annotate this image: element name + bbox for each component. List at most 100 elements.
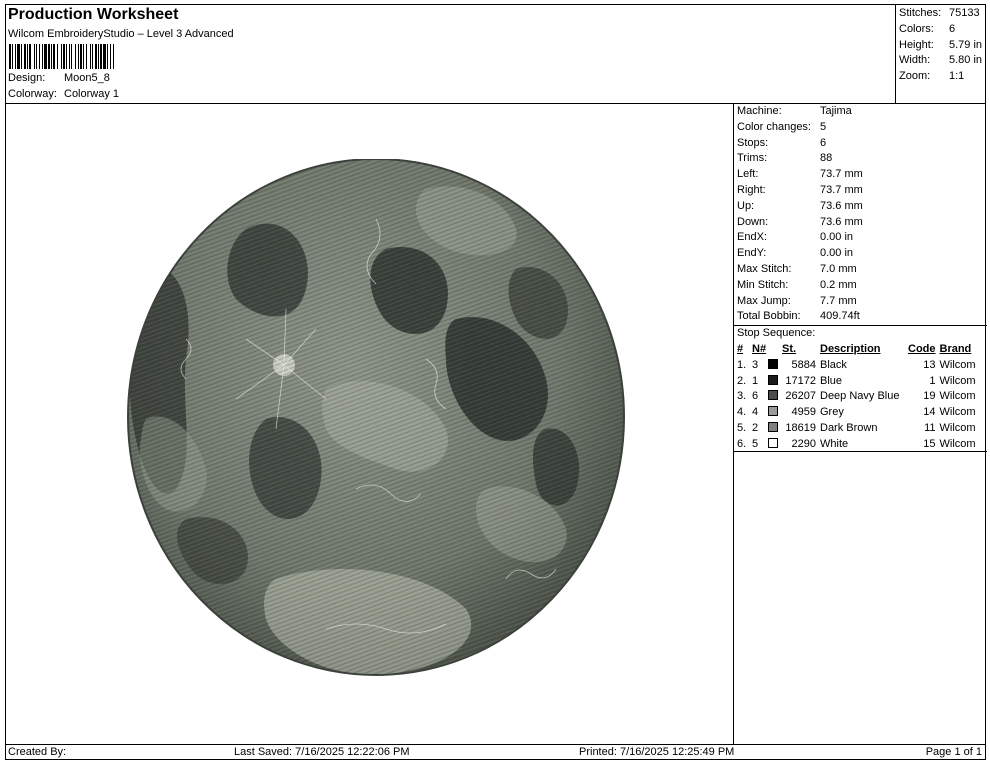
- info-label: Left:: [737, 168, 759, 181]
- cell-n: 2: [752, 422, 759, 435]
- info-row: Up: 73.6 mm: [734, 199, 987, 215]
- stat-width: Width: 5.80 in: [899, 53, 986, 69]
- col-n: N#: [752, 342, 767, 355]
- info-label: Stops:: [737, 136, 769, 149]
- cell-st: 5884: [791, 358, 816, 371]
- color-swatch: [768, 390, 778, 401]
- info-label: Total Bobbin:: [737, 310, 801, 323]
- cell-desc: Blue: [820, 374, 843, 387]
- design-value: Moon5_8: [64, 72, 110, 84]
- info-label: Right:: [737, 183, 766, 196]
- worksheet-footer: Created By: Last Saved: 7/16/2025 12:22:…: [6, 744, 985, 760]
- info-row: Total Bobbin: 409.74ft: [734, 309, 987, 325]
- created-by: Created By:: [8, 746, 67, 758]
- info-row: Down: 73.6 mm: [734, 215, 987, 231]
- cell-num: 4.: [737, 406, 747, 419]
- info-row: EndX: 0.00 in: [734, 230, 987, 246]
- info-value: 7.7 mm: [820, 294, 857, 307]
- color-swatch: [768, 437, 778, 448]
- table-row: 6. 5 2290 White 15 Wilcom: [734, 436, 987, 452]
- colorway-label: Colorway:: [8, 88, 57, 100]
- info-value: 409.74ft: [820, 310, 860, 323]
- col-st: St.: [782, 342, 797, 355]
- cell-brand: Wilcom: [939, 390, 976, 403]
- info-label: Trims:: [737, 152, 768, 165]
- cell-n: 4: [752, 406, 759, 419]
- cell-code: 1: [929, 374, 936, 387]
- cell-desc: Black: [820, 358, 847, 371]
- info-value: Tajima: [820, 105, 852, 117]
- color-swatch-cell: [768, 404, 782, 420]
- col-desc: Description: [820, 342, 881, 355]
- info-value: 0.00 in: [820, 247, 854, 260]
- info-row: Min Stitch: 0.2 mm: [734, 278, 987, 294]
- barcode-image: [9, 44, 115, 69]
- stat-stitches: Stitches: 75133: [899, 6, 986, 22]
- color-swatch-cell: [768, 357, 782, 373]
- cell-brand: Wilcom: [939, 406, 976, 419]
- machine-info-panel: Machine: Tajima Color changes: 5 Stops: 6 T…: [734, 104, 987, 453]
- color-swatch: [768, 358, 778, 369]
- stop-sequence-title: Stop Sequence:: [734, 325, 987, 341]
- stat-value: 5.79 in: [949, 38, 983, 51]
- worksheet-header: Production Worksheet Wilcom EmbroiderySt…: [6, 5, 895, 104]
- stat-height: Height: 5.79 in: [899, 38, 986, 54]
- software-subtitle: Wilcom EmbroideryStudio – Level 3 Advanc…: [8, 28, 234, 40]
- cell-code: 13: [923, 358, 936, 371]
- stat-label: Height:: [899, 38, 934, 51]
- color-swatch-cell: [768, 420, 782, 436]
- design-label: Design:: [8, 72, 46, 84]
- stat-value: 75133: [949, 7, 980, 19]
- col-swatch: [768, 341, 782, 357]
- info-row: Max Jump: 7.7 mm: [734, 294, 987, 310]
- info-row: EndY: 0.00 in: [734, 246, 987, 262]
- col-code: Code: [908, 342, 936, 355]
- stats-box: Stitches: 75133 Colors: 6 Height: 5.79 in W…: [895, 5, 986, 104]
- color-swatch: [768, 406, 778, 417]
- stat-label: Width:: [899, 54, 931, 67]
- cell-desc: Dark Brown: [820, 422, 878, 435]
- stat-value: 6: [949, 22, 956, 35]
- color-swatch: [768, 422, 778, 433]
- cell-num: 6.: [737, 437, 747, 450]
- cell-n: 3: [752, 358, 759, 371]
- cell-num: 1.: [737, 358, 747, 371]
- color-swatch-cell: [768, 373, 782, 389]
- table-row: 2. 1 17172 Blue 1 Wilcom: [734, 373, 987, 389]
- cell-n: 1: [752, 374, 759, 387]
- info-value: 5: [820, 120, 827, 133]
- info-value: 88: [820, 152, 833, 165]
- col-num: #: [737, 342, 744, 355]
- stat-colors: Colors: 6: [899, 22, 986, 38]
- color-swatch-cell: [768, 436, 782, 452]
- info-value: 73.6 mm: [820, 215, 863, 228]
- table-row: 3. 6 26207 Deep Navy Blue 19 Wilcom: [734, 389, 987, 405]
- info-label: Down:: [737, 215, 769, 228]
- moon-embroidery-image: [127, 159, 625, 676]
- design-row: Design: Moon5_8: [8, 72, 110, 84]
- cell-brand: Wilcom: [939, 437, 976, 450]
- info-row: Color changes: 5: [734, 120, 987, 136]
- cell-code: 19: [923, 390, 936, 403]
- info-label: EndY:: [737, 247, 767, 260]
- info-label: EndX:: [737, 231, 767, 244]
- info-label: Min Stitch:: [737, 278, 789, 291]
- info-row: Machine: Tajima: [734, 104, 987, 120]
- stat-zoom: Zoom: 1:1: [899, 69, 986, 85]
- cell-brand: Wilcom: [939, 358, 976, 371]
- info-value: 73.6 mm: [820, 199, 863, 212]
- info-label: Color changes:: [737, 120, 811, 133]
- info-label: Max Jump:: [737, 294, 791, 307]
- cell-brand: Wilcom: [939, 374, 976, 387]
- stat-label: Colors:: [899, 22, 934, 35]
- last-saved: Last Saved: 7/16/2025 12:22:06 PM: [234, 746, 410, 758]
- info-value: 6: [820, 136, 827, 149]
- cell-num: 3.: [737, 390, 747, 403]
- stat-value: 5.80 in: [949, 54, 983, 67]
- page-number: Page 1 of 1: [925, 746, 982, 758]
- table-header-row: # N# St. Description Code Brand: [734, 341, 987, 357]
- cell-st: 2290: [791, 437, 816, 450]
- design-preview-area: [6, 104, 734, 744]
- cell-code: 14: [923, 406, 936, 419]
- stop-sequence-table: # N# St. Description Code Brand 1. 3 5884 B…: [734, 341, 987, 453]
